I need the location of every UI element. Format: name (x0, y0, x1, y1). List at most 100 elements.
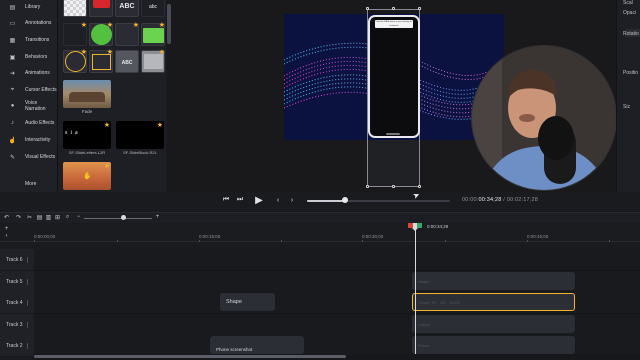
scissors-icon: ✂ (26, 214, 33, 221)
tool-animations[interactable]: ➜ Animations (0, 66, 58, 80)
asset-green-circle[interactable]: ★ (89, 22, 113, 46)
playback-scrubber[interactable] (307, 199, 450, 202)
asset-callout[interactable]: ★ (89, 0, 113, 17)
zoom-fit-button[interactable]: ⌕ (64, 213, 71, 221)
properties-panel: Scal Opaci Rotatio Positio Siz (616, 0, 640, 192)
timeline-scrollbar[interactable] (34, 354, 640, 360)
playhead-line (415, 230, 416, 360)
asset-fade-thumbnail[interactable] (63, 80, 111, 108)
ruler-tick (199, 240, 200, 242)
favorite-star-icon: ★ (158, 49, 165, 56)
cut-button[interactable]: ✂ (26, 213, 33, 221)
resize-handle-t[interactable] (392, 7, 395, 10)
tool-library[interactable]: ▤ Library (0, 0, 58, 14)
undo-icon: ↶ (3, 214, 10, 221)
annotations-icon: ▭ (9, 20, 16, 27)
resize-handle-tr[interactable] (418, 7, 421, 10)
zoom-slider[interactable] (84, 217, 152, 219)
zoom-slider-handle[interactable] (121, 215, 126, 220)
resize-handle-bl[interactable] (366, 185, 369, 188)
collapse-tracks-button[interactable]: ‹ (3, 232, 10, 240)
tool-audio-effects[interactable]: ♪ Audio Effects (0, 116, 58, 130)
ruler-tick (609, 240, 610, 242)
paste-button[interactable]: ▥ (45, 213, 52, 221)
step-back-button[interactable]: ⏮ (221, 195, 231, 205)
timeline-clip[interactable]: Phone (412, 336, 575, 354)
visual-effects-icon: ✎ (9, 154, 16, 161)
timeline-clip[interactable]: Callout (412, 315, 575, 333)
favorite-star-icon: ★ (106, 49, 113, 56)
interactivity-icon: ☝ (8, 137, 17, 144)
resize-handle-tl[interactable] (366, 7, 369, 10)
step-back-icon: ⏮ (222, 196, 230, 203)
asset-slide-letters[interactable]: s i a ★ (63, 121, 111, 149)
webcam-overlay[interactable] (471, 45, 617, 191)
fade-landscape (69, 92, 105, 102)
tool-annotations[interactable]: ▭ Annotations (0, 16, 58, 30)
favorite-star-icon: ★ (132, 22, 139, 29)
timeline-scrollbar-thumb[interactable] (34, 355, 346, 358)
asset-bin: ★ ★ ABC abc ★ ★ ★ ★ ★ ★ ABC ★ (58, 0, 166, 192)
track-header-2[interactable]: Track 2 (0, 335, 34, 357)
track-header-4[interactable]: Track 4 (0, 292, 34, 314)
redo-button[interactable]: ↷ (15, 213, 22, 221)
undo-button[interactable]: ↶ (3, 213, 10, 221)
asset-slide-block[interactable]: ★ (116, 121, 164, 149)
timeline-clip[interactable]: Shape (412, 272, 575, 290)
favorite-star-icon: ★ (103, 163, 110, 170)
copy-button[interactable]: ▤ (36, 213, 43, 221)
track-header-6[interactable]: Track 6 (0, 249, 34, 271)
split-button[interactable]: ⊞ (54, 213, 61, 221)
asset-orange-rect[interactable]: ★ (89, 49, 113, 73)
resize-handle-br[interactable] (418, 185, 421, 188)
tool-voice-narration[interactable]: ● Voice Narration (0, 99, 58, 113)
ruler-tick (117, 240, 118, 242)
selected-clip[interactable]: Shape SF - NE...SLEN (412, 293, 575, 311)
track-header-3[interactable]: Track 3 (0, 314, 34, 336)
favorite-star-icon: ★ (106, 22, 113, 29)
asset-transparent[interactable]: ★ (63, 0, 87, 17)
asset-text-abc[interactable]: ABC (115, 0, 139, 17)
asset-gray-rect[interactable]: ★ (141, 49, 165, 73)
library-icon: ▤ (9, 4, 16, 11)
scrubber-handle[interactable] (342, 197, 348, 203)
phone-screenshot-clip[interactable]: Phone screenshot (210, 336, 304, 354)
resize-handle-b[interactable] (392, 185, 395, 188)
asset-cursive[interactable]: ★ (63, 22, 87, 46)
favorite-star-icon: ★ (103, 122, 110, 129)
tool-visual-effects[interactable]: ✎ Visual Effects (0, 150, 58, 164)
tool-cursor-effects[interactable]: ⌖ Cursor Effects (0, 83, 58, 97)
ruler-tick (281, 240, 282, 242)
asset-abc-small[interactable]: ABC (115, 50, 139, 73)
zoom-out-button[interactable]: − (75, 213, 82, 221)
shape-clip[interactable]: Shape (220, 293, 275, 311)
copy-icon: ▤ (36, 214, 43, 221)
step-forward-icon: ⏭ (236, 196, 244, 203)
split-icon: ⊞ (54, 214, 61, 221)
zoom-in-button[interactable]: + (154, 213, 161, 221)
track-header-5[interactable]: Track 5 (0, 271, 34, 293)
asset-orange-circle[interactable]: ★ (63, 49, 87, 73)
ruler-tick (527, 240, 528, 242)
chevron-left-icon: ‹ (276, 196, 280, 204)
step-forward-button[interactable]: ⏭ (235, 195, 245, 205)
play-button[interactable]: ▶ (253, 195, 265, 206)
next-marker-button[interactable]: › (287, 195, 297, 205)
previous-marker-button[interactable]: ‹ (273, 195, 283, 205)
asset-arrow[interactable]: ★ (115, 22, 139, 46)
tool-more[interactable]: More (0, 177, 58, 191)
asset-desert[interactable]: ✋ ★ (63, 162, 111, 190)
asset-green-rect[interactable]: ★ (141, 22, 165, 46)
ruler-tick (445, 240, 446, 242)
chevron-right-icon: › (290, 196, 294, 204)
tool-interactivity[interactable]: ☝ Interactivity (0, 133, 58, 147)
gray-rect-shape (144, 54, 163, 69)
phone-mockup[interactable]: Find the SAVE button in your settings to… (368, 15, 420, 138)
redo-icon: ↷ (15, 214, 22, 221)
tool-behaviors[interactable]: ▣ Behaviors (0, 50, 58, 64)
timecode-display: 00:00:00:34;28 / 00:02:17;28 (462, 197, 538, 203)
timeline-ruler[interactable] (0, 224, 640, 242)
tool-transitions[interactable]: ▦ Transitions (0, 33, 58, 47)
track-lane-6[interactable] (34, 249, 640, 271)
asset-text-small[interactable]: abc (141, 0, 165, 17)
